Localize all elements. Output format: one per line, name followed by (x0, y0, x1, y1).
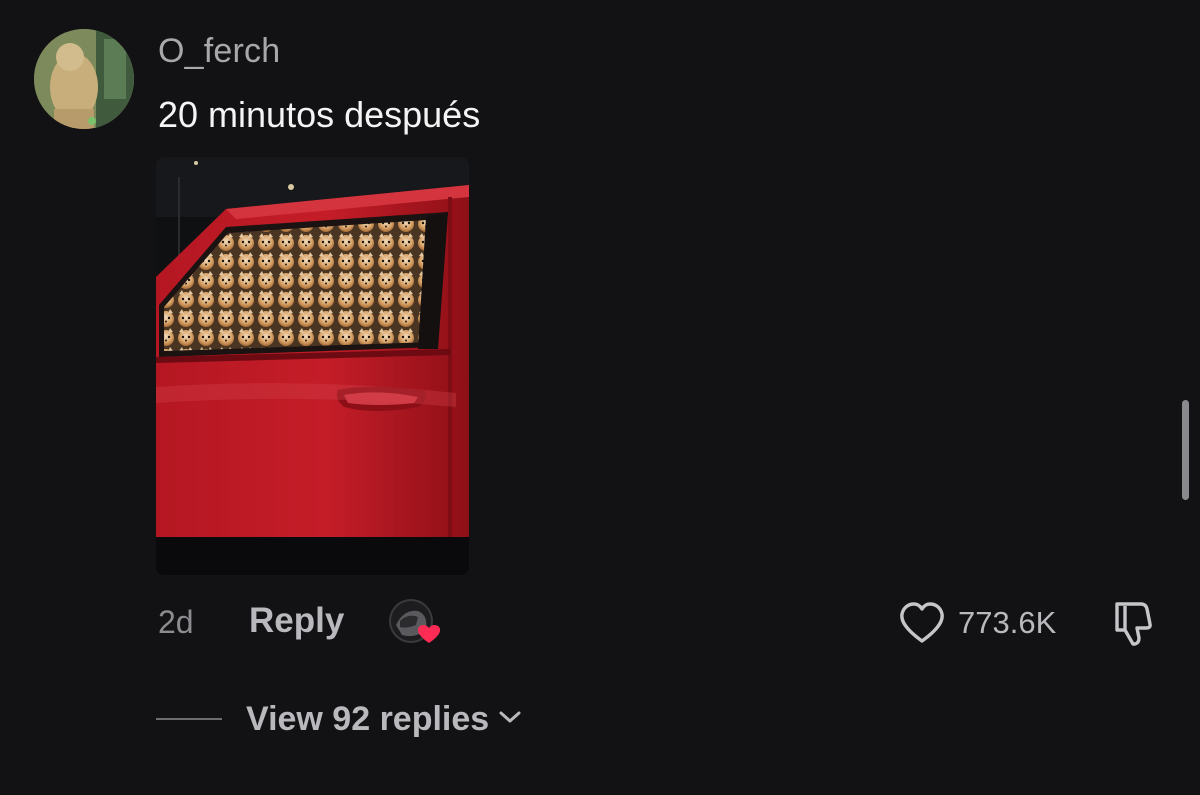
scrollbar[interactable] (1182, 400, 1189, 500)
user-avatar[interactable] (34, 29, 134, 129)
like-count: 773.6K (958, 605, 1057, 640)
comment-thread: O_ferch 20 minutos después 2d Reply 773.… (0, 0, 1200, 795)
heart-outline-icon[interactable] (898, 601, 946, 645)
like-button[interactable]: 773.6K (898, 598, 1056, 648)
chevron-down-icon (497, 708, 523, 731)
view-replies-label: View 92 replies (246, 699, 490, 738)
creator-liked-heart-icon (388, 599, 444, 645)
comment-image[interactable] (156, 157, 469, 575)
view-replies-button[interactable]: View 92 replies (156, 696, 523, 742)
comment-timestamp: 2d (158, 604, 194, 640)
comment-username[interactable]: O_ferch (158, 32, 280, 71)
reply-button[interactable]: Reply (249, 601, 344, 641)
comment-text: 20 minutos después (158, 94, 481, 135)
replies-divider (156, 718, 222, 720)
thumbs-down-icon[interactable] (1108, 598, 1158, 648)
